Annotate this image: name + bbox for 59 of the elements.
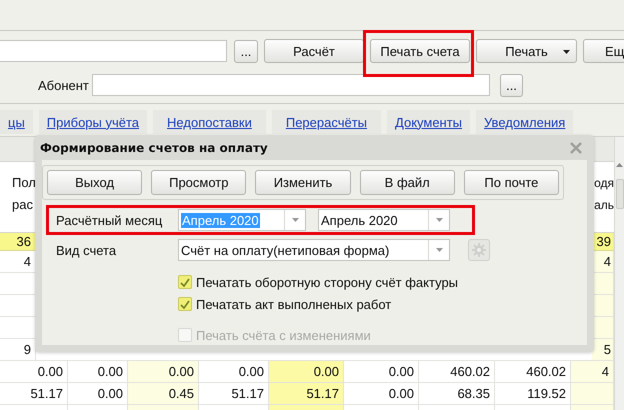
table-cell: 4 [571, 361, 614, 382]
caret-icon [292, 218, 298, 222]
dropdown-button[interactable]: Печать [476, 39, 577, 63]
dialog-button[interactable]: Изменить [255, 170, 351, 195]
table-cell: 0.00 [344, 383, 419, 404]
checkbox[interactable] [178, 297, 192, 311]
dropdown-field[interactable]: Апрель 2020 [318, 209, 450, 231]
gear-icon [472, 243, 486, 257]
column-header: аль [594, 197, 614, 214]
dropdown-value: Апрель 2020 [181, 212, 260, 228]
dialog-button[interactable]: По почте [464, 170, 560, 195]
dialog-button[interactable]: Выход [47, 170, 142, 195]
table-cell: 0.00 [0, 361, 68, 382]
dropdown-value: Счёт на оплату(нетиповая форма) [181, 242, 390, 258]
table-cell: 460.02 [419, 361, 495, 382]
search-field[interactable] [0, 40, 227, 62]
tab[interactable]: Приборы учёта [38, 110, 148, 134]
tab[interactable]: Уведомления [476, 110, 574, 134]
toolbar-button[interactable]: Печать счета [370, 39, 470, 63]
column-header: рас [12, 196, 34, 214]
browse-button[interactable]: ... [234, 40, 258, 62]
table-cell: 5 [592, 339, 614, 360]
dropdown-value: Апрель 2020 [321, 212, 398, 228]
toolbar-button[interactable]: Ещ [583, 39, 624, 63]
table-cell: 0.00 [269, 361, 344, 382]
checkbox[interactable] [178, 275, 192, 289]
tab[interactable]: цы [0, 110, 33, 134]
checkbox-label: Печать счёта с изменениями [196, 328, 371, 342]
table-cell: 68.35 [419, 383, 495, 404]
scroll-thumb[interactable] [616, 179, 624, 209]
tab[interactable]: Перерасчёты [272, 110, 382, 134]
table-cell: 0.00 [344, 361, 419, 382]
scroll-up-icon[interactable] [616, 163, 623, 167]
checkbox-label: Печатать оборотную сторону счёт фактуры [196, 274, 458, 290]
column-header: одя [594, 175, 614, 192]
caret-icon [563, 50, 570, 54]
tab[interactable]: Документы [387, 110, 470, 134]
tab[interactable]: Недопоставки [153, 110, 266, 134]
table-cell: 0.00 [128, 361, 199, 382]
checkbox-label: Печатать акт выполненых работ [196, 296, 392, 312]
field-label: Расчётный месяц [56, 212, 164, 228]
close-icon[interactable] [570, 142, 582, 154]
table-cell: 4 [592, 251, 614, 272]
browse-button[interactable]: ... [500, 74, 523, 96]
caret-icon [436, 218, 442, 222]
dialog-title: Формирование счетов на оплату [40, 140, 268, 154]
toolbar-button[interactable]: Расчёт [264, 39, 364, 63]
field-label: Абонент [38, 78, 90, 92]
subscriber-field[interactable] [92, 74, 490, 96]
dialog-button[interactable]: Просмотр [151, 170, 246, 195]
dialog-button[interactable]: В файл [360, 170, 455, 195]
caret-icon [436, 248, 442, 252]
column-header: Пол [12, 174, 36, 192]
field-label: Вид счета [56, 242, 118, 258]
table-cell: 0.45 [128, 383, 199, 404]
dropdown-field[interactable]: Счёт на оплату(нетиповая форма) [178, 239, 450, 261]
table-cell: 51.17 [0, 383, 68, 404]
scrollbar[interactable] [614, 137, 624, 410]
table-cell: 51.17 [269, 383, 344, 404]
